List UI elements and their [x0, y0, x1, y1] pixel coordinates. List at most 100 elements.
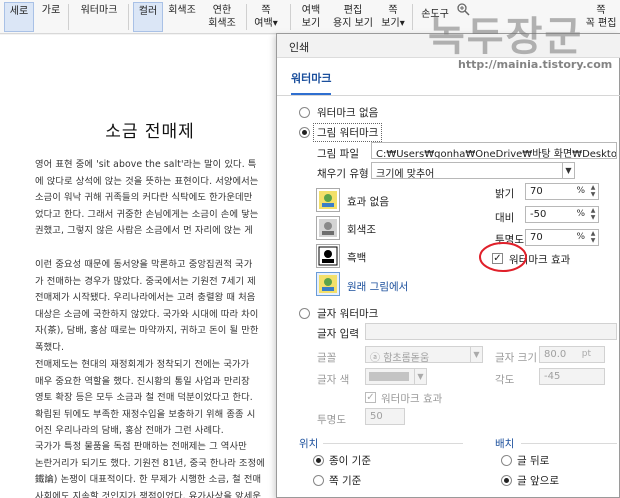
- watermark-label: 워터마크: [80, 5, 118, 16]
- watermark-button[interactable]: 워터마크: [74, 2, 124, 32]
- brightness-value: 70: [530, 186, 543, 197]
- effect-bw-thumbnail[interactable]: [316, 244, 340, 268]
- position-paper-label: 종이 기준: [329, 455, 371, 467]
- site-watermark-text: 녹두장군: [428, 14, 584, 60]
- chevron-down-icon: ▾: [272, 18, 278, 29]
- text-watermark-radio[interactable]: [299, 308, 310, 319]
- stepper-icon[interactable]: ▲ ▼: [588, 184, 598, 199]
- position-page-radio[interactable]: [313, 475, 324, 486]
- contrast-input[interactable]: -50 % ▲ ▼: [525, 206, 599, 223]
- font-size-value: 80.0: [544, 349, 567, 360]
- page-margin-button[interactable]: 쪽 여백▾: [250, 2, 282, 32]
- position-page-label: 쪽 기준: [329, 475, 362, 487]
- transparency-unit: %: [576, 232, 585, 242]
- image-watermark-radio[interactable]: [299, 127, 310, 138]
- light-grayscale-label-2: 회색조: [208, 18, 236, 29]
- angle-label: 각도: [495, 374, 515, 386]
- portrait-button[interactable]: 세로: [4, 2, 34, 32]
- no-watermark-label: 워터마크 없음: [317, 107, 379, 119]
- effect-none-thumbnail[interactable]: [316, 188, 340, 212]
- transparency-input[interactable]: 70 % ▲ ▼: [525, 229, 599, 246]
- ribbon-divider: [128, 4, 129, 30]
- stepper-icon[interactable]: ▲ ▼: [588, 230, 598, 245]
- document-paragraph-4: 국가가 특정 물품을 독점 판매하는 전매제는 그 역사만 논란거리가 되기도 …: [35, 441, 265, 498]
- image-file-label: 그림 파일: [317, 148, 359, 160]
- transparency-value: 70: [530, 232, 543, 243]
- effect-grayscale-thumbnail[interactable]: [316, 216, 340, 240]
- image-file-field[interactable]: C:₩Users₩gonha₩OneDrive₩바탕 화면₩Desktop₩: [371, 142, 617, 159]
- chevron-down-icon[interactable]: ▼: [470, 347, 482, 362]
- page-edit-label-2: 꼭 편집: [585, 18, 617, 29]
- light-grayscale-button[interactable]: 연한 회색조: [202, 2, 242, 32]
- grayscale-label: 회색조: [168, 5, 196, 16]
- grayscale-button[interactable]: 회색조: [166, 2, 198, 32]
- contrast-unit: %: [576, 209, 585, 219]
- color-button[interactable]: 컬러: [133, 2, 163, 32]
- page-view-label-1: 쪽: [388, 5, 398, 16]
- text-watermark-label: 글자 워터마크: [317, 308, 379, 320]
- original-image-thumbnail[interactable]: [316, 272, 340, 296]
- section-divider: [521, 443, 617, 444]
- original-image-label[interactable]: 원래 그림에서: [347, 279, 408, 294]
- text-input-label: 글자 입력: [317, 328, 359, 340]
- text-transparency-value: 50: [370, 411, 383, 422]
- contrast-value: -50: [530, 209, 547, 220]
- edit-paper-view-button[interactable]: 편집 용지 보기: [330, 2, 376, 32]
- document-page: 소금 전매제 영어 표현 중에 'sit above the salt'라는 말…: [0, 35, 310, 498]
- position-section-title: 위치: [299, 438, 319, 450]
- ribbon-divider: [246, 4, 247, 30]
- text-transparency-input[interactable]: 50: [365, 408, 405, 425]
- color-swatch: [369, 372, 409, 381]
- page-view-button[interactable]: 쪽 보기▾: [378, 2, 408, 32]
- margin-view-label-1: 여백: [301, 5, 321, 16]
- position-paper-radio[interactable]: [313, 455, 324, 466]
- edit-paper-label-2: 용지 보기: [333, 18, 373, 29]
- no-watermark-radio[interactable]: [299, 107, 310, 118]
- text-watermark-effect-checkbox[interactable]: ✓: [365, 392, 376, 403]
- arrange-front-radio[interactable]: [501, 475, 512, 486]
- page-margin-label-2: 여백: [254, 18, 273, 29]
- chevron-down-icon[interactable]: ▼: [414, 369, 426, 384]
- effect-bw-label: 흑백: [347, 252, 367, 264]
- section-divider: [323, 443, 463, 444]
- effect-grayscale-label: 회색조: [347, 224, 376, 236]
- document-paragraph-3: 전매제도는 현대의 재정회계가 정착되기 전에는 국가가 매우 중요한 역할을 …: [35, 359, 256, 437]
- text-transparency-label: 투명도: [317, 414, 346, 426]
- brightness-label: 밝기: [495, 188, 515, 200]
- arrange-front-label: 글 앞으로: [517, 475, 559, 487]
- document-title: 소금 전매제: [105, 122, 195, 142]
- site-watermark-url: http://mainia.tistory.com: [458, 58, 613, 71]
- font-select[interactable]: ⓐ 함초롬돋움 ▼: [365, 346, 483, 363]
- chevron-down-icon[interactable]: ▼: [562, 163, 574, 178]
- effect-none-label: 효과 없음: [347, 196, 389, 208]
- contrast-label: 대비: [495, 212, 515, 224]
- arrange-behind-radio[interactable]: [501, 455, 512, 466]
- margin-view-button[interactable]: 여백 보기: [296, 2, 326, 32]
- text-input-field[interactable]: [365, 323, 617, 340]
- page-view-label-2: 보기: [381, 18, 400, 29]
- text-watermark-effect-label: 워터마크 효과: [381, 393, 443, 405]
- ribbon-divider: [290, 4, 291, 30]
- print-dialog: 인쇄 워터마크 워터마크 없음 그림 워터마크 그림 파일 C:₩Users₩g…: [276, 33, 620, 498]
- landscape-label: 가로: [41, 5, 61, 16]
- margin-view-label-2: 보기: [301, 18, 321, 29]
- font-value: 함초롬돋움: [383, 353, 430, 363]
- tab-watermark[interactable]: 워터마크: [291, 70, 332, 95]
- portrait-label: 세로: [9, 6, 29, 17]
- font-size-input[interactable]: 80.0 pt: [539, 346, 605, 363]
- stepper-icon[interactable]: ▲ ▼: [588, 207, 598, 222]
- angle-value: -45: [544, 371, 561, 382]
- page-margin-label-1: 쪽: [261, 5, 271, 16]
- text-color-select[interactable]: ▼: [365, 368, 427, 385]
- page-edit-label-1: 쪽: [596, 5, 606, 16]
- document-paragraph-2: 이런 중요성 때문에 동서양을 막론하고 중앙집권적 국가 가 전매하는 경우가…: [35, 259, 259, 353]
- angle-input[interactable]: -45: [539, 368, 605, 385]
- page-edit-button[interactable]: 쪽 꼭 편집: [584, 2, 618, 32]
- fill-type-select[interactable]: 크기에 맞추어 ▼: [371, 162, 575, 179]
- arrange-section-title: 배치: [495, 438, 515, 450]
- image-watermark-label: 그림 워터마크: [313, 123, 383, 142]
- landscape-button[interactable]: 가로: [38, 2, 64, 32]
- brightness-input[interactable]: 70 % ▲ ▼: [525, 183, 599, 200]
- font-size-unit: pt: [581, 349, 591, 359]
- ribbon-divider: [412, 4, 413, 30]
